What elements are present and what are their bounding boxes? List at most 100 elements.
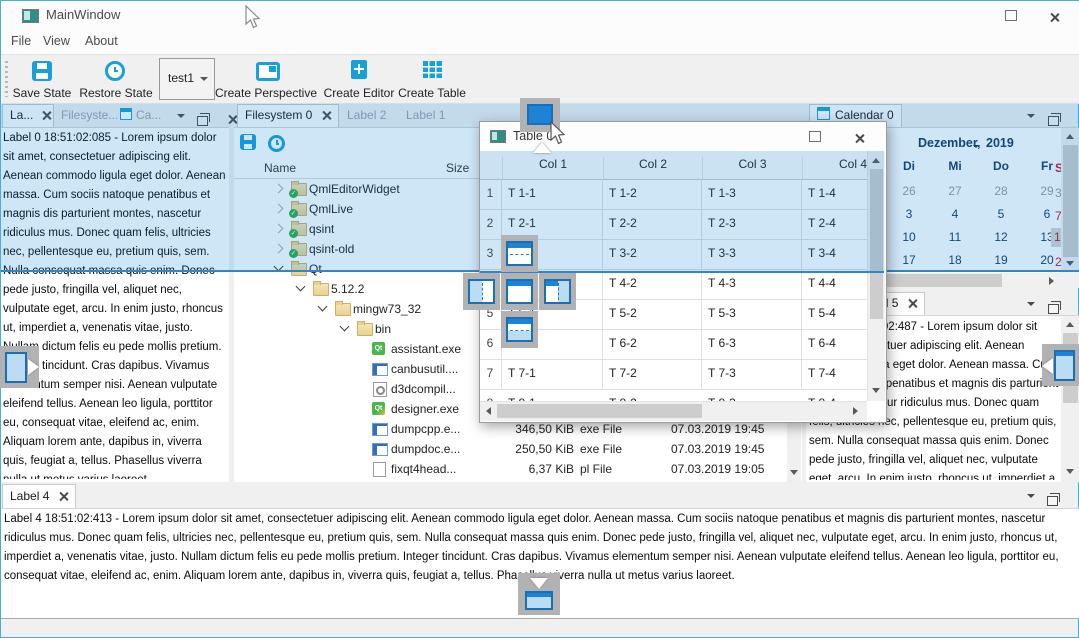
drop-indicator-right[interactable] [539,273,576,310]
table-cell[interactable]: T 5-3 [708,306,801,320]
drop-preview-overlay-window [480,151,884,273]
table-cell[interactable]: T 6-3 [708,336,801,350]
tree-item-name: dumpcpp.e... [391,422,460,436]
drop-indicator-edge-bottom[interactable] [518,573,560,615]
main-window: { "window": {"title": "MainWindow"}, "me… [0,0,1079,638]
table-cell[interactable]: T 5-4 [808,306,867,320]
table-cell[interactable]: T 6-4 [808,336,867,350]
scroll-right-icon[interactable] [853,407,858,415]
create-perspective-label: Create Perspective [213,86,319,100]
dock-float-icon[interactable] [1047,496,1058,506]
table-row[interactable]: 7 T 7-1 T 7-2 T 7-3 T 7-4 [480,359,867,390]
close-button[interactable] [1050,10,1062,28]
perspective-select[interactable]: test1 [159,58,215,100]
window-title: MainWindow [46,7,120,22]
tree-item-name: bin [375,322,391,336]
tree-item[interactable]: fixqt4head... 6,37 KiB pl File 07.03.201… [234,459,784,479]
drop-indicator-bottom[interactable] [501,311,538,348]
table-hscrollbar[interactable] [480,401,867,421]
row-header[interactable]: 6 [480,336,500,350]
tree-item-type: pl File [580,462,612,476]
tree-item-name: d3dcompil... [391,382,456,396]
tree-item-name: fixqt4head... [391,462,456,476]
scroll-down-icon[interactable] [872,388,880,393]
drop-indicator-left[interactable] [463,273,500,310]
tree-item-size: 346,50 KiB [494,422,574,436]
tab-label4[interactable]: Label 4 [2,484,76,509]
table-cell[interactable]: T 7-2 [609,366,701,380]
tree-item-date: 07.03.2019 19:05 [671,462,764,476]
drop-indicator-edge-left[interactable] [0,346,39,388]
create-table-button[interactable]: Create Table [397,59,467,101]
maximize-button[interactable] [1005,10,1017,21]
tree-item[interactable]: dumpdoc.e... 250,50 KiB exe File 07.03.2… [234,439,784,459]
table-cell[interactable]: T 4-4 [808,276,867,290]
menu-view[interactable]: View [43,34,70,48]
drop-indicator-edge-right[interactable] [1042,344,1079,386]
drop-indicator-center[interactable] [501,273,538,310]
scroll-left-icon[interactable] [486,407,491,415]
tree-item-name: mingw73_32 [353,302,421,316]
restore-state-button[interactable]: Restore State [77,59,155,101]
menu-file[interactable]: File [11,34,31,48]
menu-about[interactable]: About [85,34,118,48]
app-icon [22,9,39,23]
table-float-window[interactable]: Table 0 Col 1 Col 2 Col 3 Col 4 1 T 1-1 … [479,121,887,423]
scroll-right-icon[interactable] [1049,277,1054,285]
table-window-icon [490,130,506,143]
table-cell[interactable]: T 4-3 [708,276,801,290]
table-cell[interactable]: T 6-2 [609,336,701,350]
tab-close-icon[interactable] [59,492,68,501]
scroll-down-icon[interactable] [1066,469,1074,474]
tab-label4-text: Label 4 [10,489,49,503]
app-window-icon [372,423,388,436]
tree-item-size: 6,37 KiB [494,462,574,476]
table-cell[interactable]: T 7-3 [708,366,801,380]
dll-file-icon [373,382,387,397]
scroll-up-icon[interactable] [1066,322,1074,327]
drop-arrow-down-icon [530,578,548,589]
table-cell[interactable]: T 4-2 [609,276,701,290]
label5-vscrollbar[interactable] [1061,316,1079,482]
tree-item-name: 5.12.2 [331,282,364,296]
table-row[interactable]: 6 T 6-1 T 6-2 T 6-3 T 6-4 [480,329,867,360]
drop-arrow-left-icon [1042,358,1053,374]
scroll-down-icon[interactable] [790,470,798,475]
dock-menu-icon[interactable] [1027,302,1035,306]
dock-float-icon[interactable] [1048,304,1059,314]
folder-icon [313,283,329,296]
dock-menu-icon[interactable] [1027,494,1035,498]
tree-item-name: canbusutil.... [391,362,458,376]
close-button[interactable] [855,131,866,149]
tree-item-name: designer.exe [391,402,459,416]
create-editor-icon [351,60,367,79]
save-icon [32,61,52,81]
tree-item-type: exe File [580,442,622,456]
table-cell[interactable]: T 7-4 [808,366,867,380]
title-bar[interactable]: MainWindow [1,1,1079,29]
mouse-cursor [549,121,569,145]
restore-icon [105,61,125,81]
app-window-icon [372,443,388,456]
create-perspective-button[interactable]: Create Perspective [213,59,319,101]
save-state-label: Save State [11,86,73,100]
tree-item-date: 07.03.2019 19:45 [671,442,764,456]
tree-item-name: assistant.exe [391,342,461,356]
create-editor-button[interactable]: Create Editor [321,59,397,101]
table-cell[interactable]: T 5-2 [609,306,701,320]
create-perspective-icon [256,62,280,81]
save-state-button[interactable]: Save State [11,59,73,101]
row-header[interactable]: 7 [480,366,500,380]
tab-close-icon[interactable] [908,299,917,308]
folder-icon [335,303,351,316]
maximize-button[interactable] [809,131,821,142]
drop-indicator-top[interactable] [501,235,538,272]
menu-bar: File View About [1,29,1079,55]
tree-item-name: dumpdoc.e... [391,442,460,456]
toolbar: Save State Restore State test1 Create Pe… [1,55,1079,104]
table-cell[interactable]: T 7-1 [508,366,602,380]
chevron-down-icon [200,77,208,81]
toolbar-handle[interactable] [5,61,8,97]
table-row[interactable]: 8 T 8-1 T 8-2 T 8-3 T 8-4 [480,389,867,401]
qt-designer-icon: Qt [372,402,385,415]
